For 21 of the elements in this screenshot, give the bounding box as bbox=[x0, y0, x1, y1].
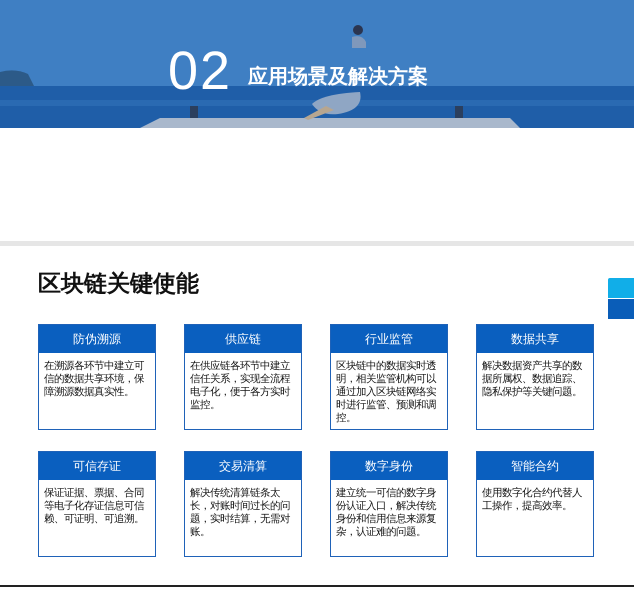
card-title: 可信存证 bbox=[39, 452, 155, 480]
card-text: 使用数字化合约代替人工操作，提高效率。 bbox=[481, 486, 583, 514]
card-text: 解决数据资产共享的数据所属权、数据追踪、隐私保护等关键问题。 bbox=[481, 359, 583, 400]
card-title: 行业监管 bbox=[331, 325, 447, 353]
slide-heading: 区块链关键使能 bbox=[38, 270, 199, 299]
card-title: 供应链 bbox=[185, 325, 301, 353]
card-title: 数字身份 bbox=[331, 452, 447, 480]
card-title: 智能合约 bbox=[477, 452, 593, 480]
card-title: 防伪溯源 bbox=[39, 325, 155, 353]
section-title: 应用场景及解决方案 bbox=[248, 62, 428, 90]
card-text: 在溯源各环节中建立可信的数据共享环境，保障溯源数据真实性。 bbox=[43, 359, 145, 400]
side-tab[interactable] bbox=[608, 278, 634, 298]
section-number: 02 bbox=[168, 44, 232, 98]
card-title: 数据共享 bbox=[477, 325, 593, 353]
card-title: 交易清算 bbox=[185, 452, 301, 480]
card-text: 建立统一可信的数字身份认证入口，解决传统身份和信用信息来源复杂，认证难的问题。 bbox=[335, 486, 438, 540]
card-text: 在供应链各环节中建立信任关系，实现全流程电子化，便于各方实时监控。 bbox=[189, 359, 292, 413]
card-text: 解决传统清算链条太长，对账时间过长的问题，实时结算，无需对账。 bbox=[189, 486, 291, 540]
card-text: 区块链中的数据实时透明，相关监管机构可以通过加入区块链网络实时进行监管、预测和调控。 bbox=[335, 359, 438, 426]
side-tab[interactable] bbox=[608, 299, 634, 319]
card-text: 保证证据、票据、合同等电子化存证信息可信赖、可证明、可追溯。 bbox=[43, 486, 146, 527]
